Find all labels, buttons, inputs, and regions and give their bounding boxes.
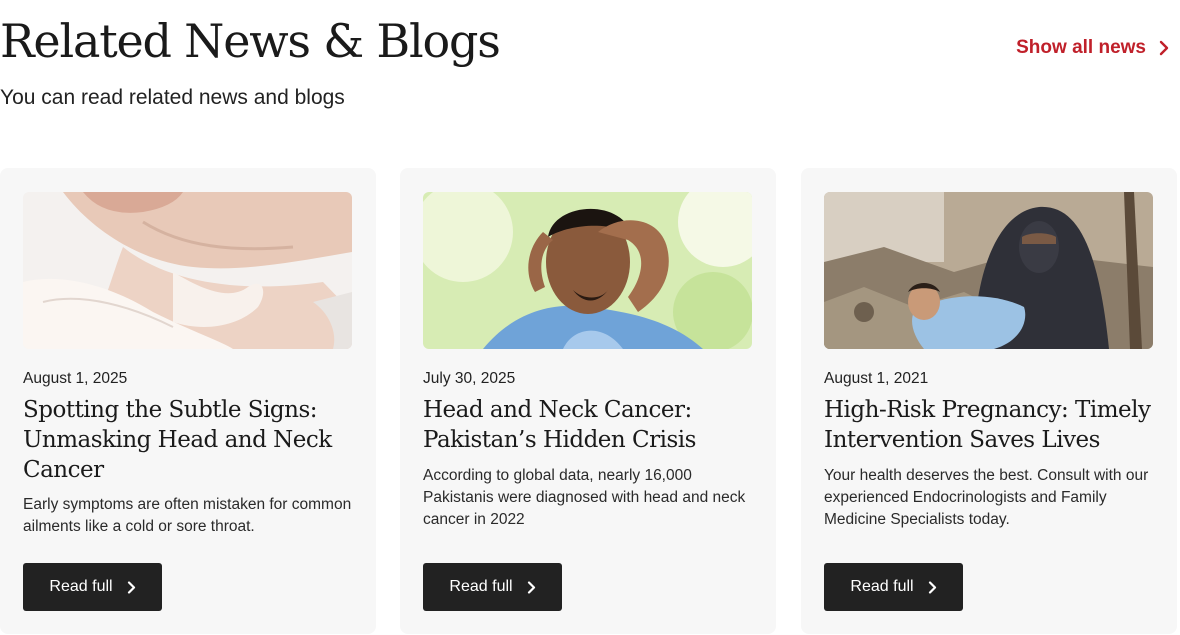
card-description: According to global data, nearly 16,000 … [423,467,746,528]
news-card-list: August 1, 2025 Spotting the Subtle Signs… [0,168,1180,635]
read-full-label: Read full [449,578,513,595]
news-card[interactable]: August 1, 2021 High-Risk Pregnancy: Time… [801,168,1177,634]
card-title[interactable]: Spotting the Subtle Signs: Unmasking Hea… [23,395,353,485]
card-title[interactable]: Head and Neck Cancer: Pakistan’s Hidden … [423,395,753,455]
mother-and-baby-photo[interactable] [824,192,1153,349]
read-full-button[interactable]: Read full [824,563,963,611]
throat-exam-photo[interactable] [23,192,352,349]
show-all-news-link[interactable]: Show all news [1016,37,1170,59]
news-card[interactable]: August 1, 2025 Spotting the Subtle Signs… [0,168,376,634]
card-date: August 1, 2025 [23,370,128,387]
card-date: July 30, 2025 [423,370,516,387]
read-full-label: Read full [850,578,914,595]
card-title[interactable]: High-Risk Pregnancy: Timely Intervention… [824,395,1154,455]
chevron-right-icon [527,580,535,594]
section-subtitle: You can read related news and blogs [0,86,345,109]
stressed-man-photo[interactable] [423,192,752,349]
show-all-news-label: Show all news [1016,37,1146,58]
section-title: Related News & Blogs [0,14,501,68]
chevron-right-icon [1159,40,1169,56]
read-full-button[interactable]: Read full [423,563,562,611]
chevron-right-icon [127,580,135,594]
read-full-label: Read full [49,578,113,595]
card-date: August 1, 2021 [824,370,929,387]
card-description: Early symptoms are often mistaken for co… [23,496,352,535]
news-card[interactable]: July 30, 2025 Head and Neck Cancer: Paki… [400,168,776,634]
card-description: Your health deserves the best. Consult w… [824,467,1149,528]
read-full-button[interactable]: Read full [23,563,162,611]
chevron-right-icon [928,580,936,594]
